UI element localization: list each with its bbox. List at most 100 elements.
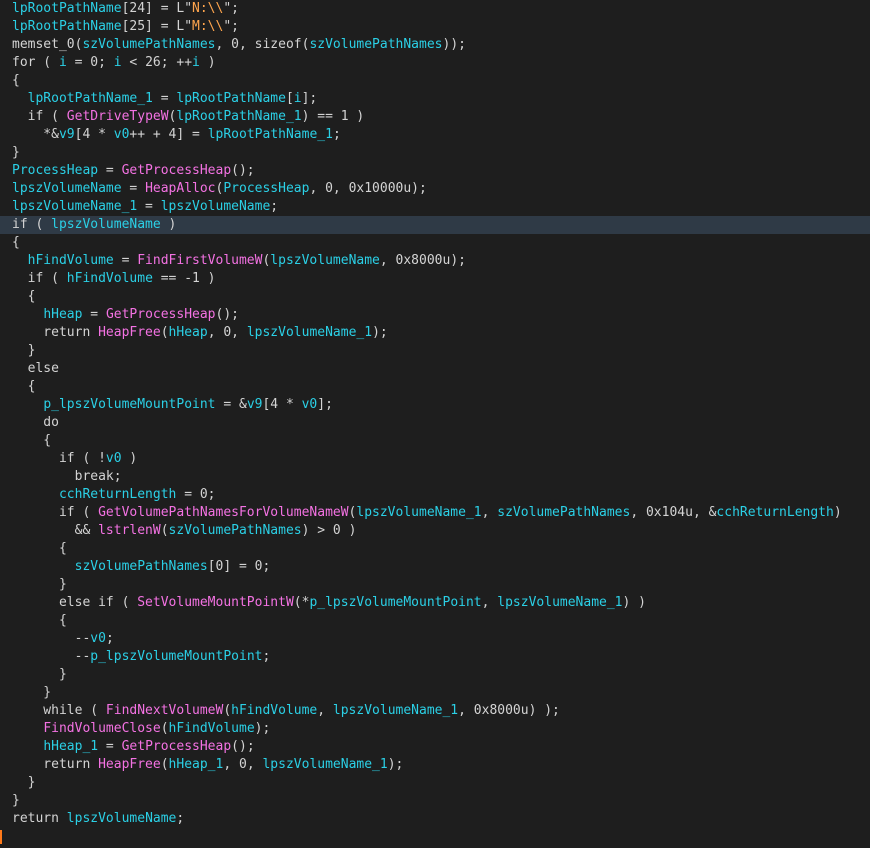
code-line[interactable] <box>0 828 870 846</box>
code-line[interactable]: --p_lpszVolumeMountPoint; <box>0 648 870 666</box>
code-line[interactable]: memset_0(szVolumePathNames, 0, sizeof(sz… <box>0 36 870 54</box>
function-call[interactable]: HeapAlloc <box>145 181 215 196</box>
code-line[interactable]: } <box>0 684 870 702</box>
identifier[interactable]: szVolumePathNames <box>82 37 215 52</box>
code-line[interactable]: if ( GetDriveTypeW(lpRootPathName_1) == … <box>0 108 870 126</box>
identifier[interactable]: lpszVolumeName_1 <box>12 199 137 214</box>
code-line[interactable]: while ( FindNextVolumeW(hFindVolume, lps… <box>0 702 870 720</box>
identifier[interactable]: v9 <box>59 127 75 142</box>
identifier[interactable]: i <box>59 55 67 70</box>
code-line[interactable]: hFindVolume = FindFirstVolumeW(lpszVolum… <box>0 252 870 270</box>
code-line[interactable]: lpRootPathName[24] = L"N:\\"; <box>0 0 870 18</box>
code-line[interactable]: do <box>0 414 870 432</box>
function-call[interactable]: GetProcessHeap <box>122 739 232 754</box>
identifier[interactable]: ProcessHeap <box>12 163 98 178</box>
code-line-current[interactable]: if ( lpszVolumeName ) <box>0 216 870 234</box>
identifier[interactable]: p_lpszVolumeMountPoint <box>43 397 215 412</box>
identifier[interactable]: szVolumePathNames <box>309 37 442 52</box>
code-line[interactable]: if ( GetVolumePathNamesForVolumeNameW(lp… <box>0 504 870 522</box>
code-line[interactable]: szVolumePathNames[0] = 0; <box>0 558 870 576</box>
code-line[interactable]: return lpszVolumeName; <box>0 810 870 828</box>
code-line[interactable]: else if ( SetVolumeMountPointW(*p_lpszVo… <box>0 594 870 612</box>
code-line[interactable]: { <box>0 378 870 396</box>
identifier[interactable]: hHeap_1 <box>43 739 98 754</box>
identifier[interactable]: v0 <box>114 127 130 142</box>
function-call[interactable]: GetVolumePathNamesForVolumeNameW <box>98 505 348 520</box>
function-call[interactable]: GetProcessHeap <box>122 163 232 178</box>
code-line[interactable]: } <box>0 666 870 684</box>
code-line[interactable]: cchReturnLength = 0; <box>0 486 870 504</box>
identifier[interactable]: v0 <box>90 631 106 646</box>
code-line[interactable]: { <box>0 432 870 450</box>
identifier[interactable]: lpszVolumeName_1 <box>262 757 387 772</box>
code-line[interactable]: FindVolumeClose(hFindVolume); <box>0 720 870 738</box>
identifier[interactable]: szVolumePathNames <box>75 559 208 574</box>
identifier[interactable]: lpszVolumeName <box>12 181 122 196</box>
code-line[interactable]: { <box>0 234 870 252</box>
code-line[interactable]: lpszVolumeName = HeapAlloc(ProcessHeap, … <box>0 180 870 198</box>
code-line[interactable]: *&v9[4 * v0++ + 4] = lpRootPathName_1; <box>0 126 870 144</box>
function-call[interactable]: FindVolumeClose <box>43 721 160 736</box>
code-line[interactable]: break; <box>0 468 870 486</box>
code-line[interactable]: } <box>0 774 870 792</box>
code-line[interactable]: } <box>0 792 870 810</box>
code-line[interactable]: return HeapFree(hHeap_1, 0, lpszVolumeNa… <box>0 756 870 774</box>
code-line[interactable]: if ( !v0 ) <box>0 450 870 468</box>
code-line[interactable]: lpRootPathName[25] = L"M:\\"; <box>0 18 870 36</box>
identifier[interactable]: szVolumePathNames <box>169 523 302 538</box>
identifier[interactable]: lpRootPathName <box>176 91 286 106</box>
identifier[interactable]: lpszVolumeName_1 <box>247 325 372 340</box>
identifier[interactable]: i <box>192 55 200 70</box>
identifier[interactable]: lpRootPathName <box>12 19 122 34</box>
identifier[interactable]: lpszVolumeName <box>67 811 177 826</box>
code-line[interactable]: { <box>0 540 870 558</box>
function-call[interactable]: SetVolumeMountPointW <box>137 595 294 610</box>
identifier[interactable]: lpszVolumeName_1 <box>356 505 481 520</box>
identifier[interactable]: hFindVolume <box>231 703 317 718</box>
identifier[interactable]: lpszVolumeName <box>270 253 380 268</box>
code-line[interactable]: --v0; <box>0 630 870 648</box>
function-call[interactable]: HeapFree <box>98 325 161 340</box>
identifier[interactable]: i <box>114 55 122 70</box>
code-line[interactable]: lpszVolumeName_1 = lpszVolumeName; <box>0 198 870 216</box>
identifier[interactable]: hHeap <box>169 325 208 340</box>
function-call[interactable]: FindFirstVolumeW <box>137 253 262 268</box>
function-call[interactable]: GetProcessHeap <box>106 307 216 322</box>
code-line[interactable]: hHeap = GetProcessHeap(); <box>0 306 870 324</box>
identifier[interactable]: hFindVolume <box>28 253 114 268</box>
code-line[interactable]: ProcessHeap = GetProcessHeap(); <box>0 162 870 180</box>
code-line[interactable]: { <box>0 72 870 90</box>
code-line[interactable]: for ( i = 0; i < 26; ++i ) <box>0 54 870 72</box>
identifier[interactable]: lpRootPathName <box>12 1 122 16</box>
function-call[interactable]: lstrlenW <box>98 523 161 538</box>
identifier[interactable]: v9 <box>247 397 263 412</box>
identifier[interactable]: hFindVolume <box>67 271 153 286</box>
identifier[interactable]: lpRootPathName_1 <box>208 127 333 142</box>
identifier[interactable]: p_lpszVolumeMountPoint <box>90 649 262 664</box>
function-call[interactable]: FindNextVolumeW <box>106 703 223 718</box>
identifier[interactable]: lpRootPathName_1 <box>28 91 153 106</box>
identifier[interactable]: i <box>294 91 302 106</box>
identifier[interactable]: lpszVolumeName <box>161 199 271 214</box>
code-line[interactable]: p_lpszVolumeMountPoint = &v9[4 * v0]; <box>0 396 870 414</box>
identifier[interactable]: lpRootPathName_1 <box>176 109 301 124</box>
code-line[interactable]: hHeap_1 = GetProcessHeap(); <box>0 738 870 756</box>
code-line[interactable]: { <box>0 288 870 306</box>
code-line[interactable]: } <box>0 342 870 360</box>
code-line[interactable]: if ( hFindVolume == -1 ) <box>0 270 870 288</box>
identifier[interactable]: cchReturnLength <box>716 505 833 520</box>
identifier[interactable]: cchReturnLength <box>59 487 176 502</box>
identifier[interactable]: hFindVolume <box>169 721 255 736</box>
function-call[interactable]: HeapFree <box>98 757 161 772</box>
identifier[interactable]: ProcessHeap <box>223 181 309 196</box>
identifier[interactable]: v0 <box>302 397 318 412</box>
identifier[interactable]: hHeap <box>43 307 82 322</box>
identifier[interactable]: lpszVolumeName <box>51 217 161 232</box>
pseudocode-editor[interactable]: lpRootPathName[24] = L"N:\\"; lpRootPathN… <box>0 0 870 848</box>
code-line[interactable]: && lstrlenW(szVolumePathNames) > 0 ) <box>0 522 870 540</box>
code-line[interactable]: } <box>0 576 870 594</box>
identifier[interactable]: lpszVolumeName_1 <box>333 703 458 718</box>
identifier[interactable]: p_lpszVolumeMountPoint <box>309 595 481 610</box>
code-line[interactable]: return HeapFree(hHeap, 0, lpszVolumeName… <box>0 324 870 342</box>
identifier[interactable]: v0 <box>106 451 122 466</box>
